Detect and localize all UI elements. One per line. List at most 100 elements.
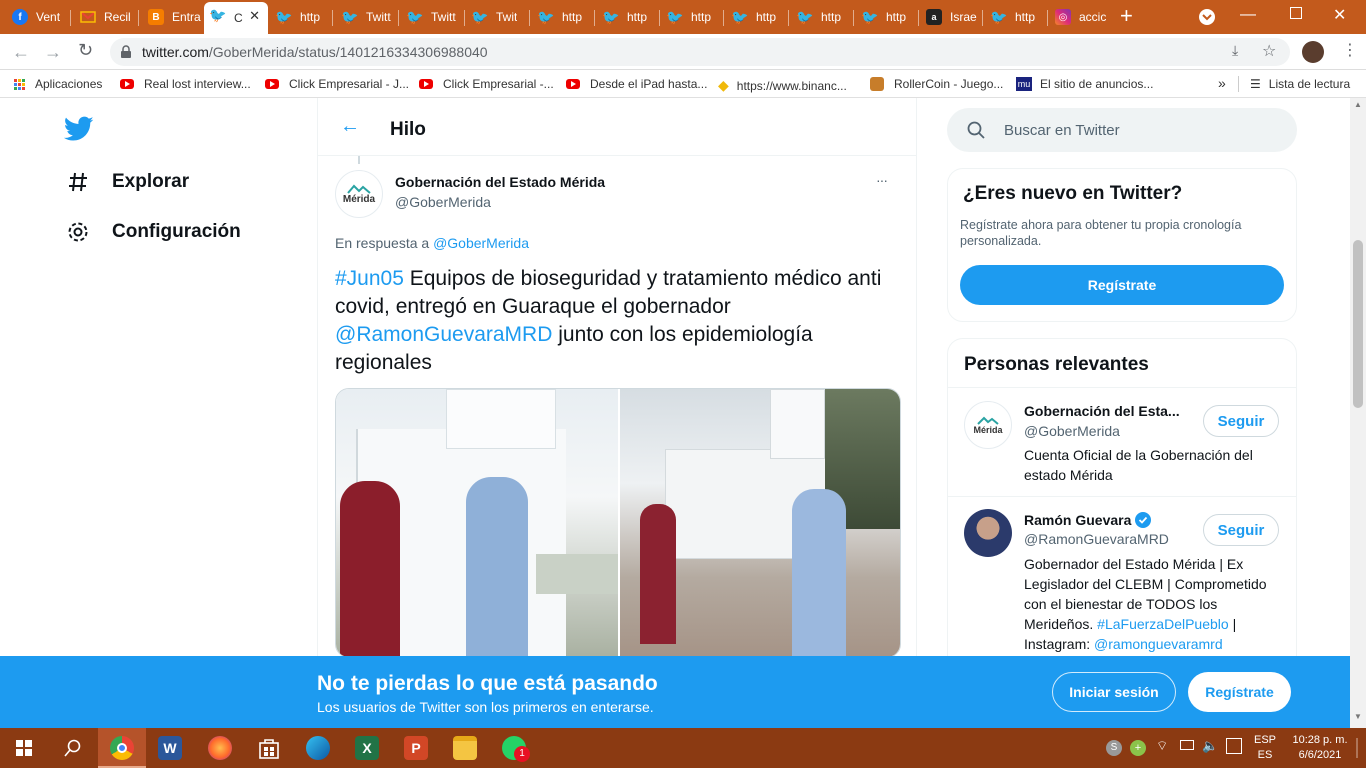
tweet-more-button[interactable]: ··· (876, 172, 888, 188)
bookmark-item[interactable]: ◆ https://www.binanc... (718, 77, 847, 94)
browser-tab[interactable]: 🐦 http (856, 4, 916, 30)
language-indicator[interactable]: ESP ES (1254, 733, 1276, 763)
browser-tab[interactable]: 🐦 http (270, 4, 330, 30)
tab-divider (1047, 10, 1048, 26)
bookmark-star-icon[interactable]: ☆ (1262, 41, 1276, 61)
volume-icon[interactable]: 🔈 (1202, 738, 1218, 754)
bookmark-item[interactable]: Desde el iPad hasta... (566, 77, 707, 91)
browser-tab[interactable]: ◎ accic (1049, 4, 1111, 30)
hashtag-link[interactable]: #Jun05 (335, 267, 404, 290)
browser-tab[interactable]: 🐦 Twitt (336, 4, 396, 30)
search-icon[interactable] (64, 739, 82, 757)
twitter-logo-icon[interactable] (64, 116, 94, 142)
login-button[interactable]: Iniciar sesión (1052, 672, 1176, 712)
browser-tab[interactable]: 🐦 http (661, 4, 721, 30)
browser-tab[interactable]: f Vent (6, 4, 68, 30)
balcony-rail (536, 554, 618, 594)
browser-tab[interactable]: 🐦 http (985, 4, 1045, 30)
tweet-photo-2[interactable] (620, 389, 900, 657)
twitter-icon: 🐦 (602, 8, 620, 25)
tab-search-button[interactable] (1199, 9, 1215, 25)
page-scrollbar[interactable]: ▲ ▼ (1350, 98, 1366, 728)
menu-kebab-icon[interactable]: ⋮ (1342, 40, 1358, 60)
file-explorer-icon[interactable] (453, 736, 477, 760)
author-avatar[interactable]: Mérida (335, 170, 383, 218)
bookmark-item[interactable]: RollerCoin - Juego... (870, 77, 1003, 91)
divider (948, 496, 1296, 497)
reply-to-link[interactable]: @GoberMerida (433, 235, 529, 251)
clock[interactable]: 10:28 p. m. 6/6/2021 (1290, 733, 1350, 763)
keyboard-icon[interactable] (1226, 738, 1242, 754)
sidebar-signup-button[interactable]: Regístrate (960, 265, 1284, 305)
instagram-link[interactable]: @ramonguevaramrd (1094, 636, 1223, 652)
browser-tab[interactable]: 🐦 http (597, 4, 657, 30)
close-tab-icon[interactable]: ✕ (249, 8, 260, 24)
nav-explore[interactable]: Explorar (66, 170, 189, 194)
show-desktop-button[interactable] (1356, 738, 1358, 758)
bookmark-apps[interactable]: Aplicaciones (14, 77, 102, 91)
person-avatar-ramonguevara[interactable] (964, 509, 1012, 557)
excel-icon[interactable]: X (355, 736, 379, 760)
person-handle[interactable]: @GoberMerida (1024, 423, 1120, 439)
browser-tab[interactable]: Recil (74, 4, 136, 30)
reading-list[interactable]: ☰ Lista de lectura (1250, 77, 1350, 91)
minimize-button[interactable]: — (1240, 6, 1256, 24)
profile-avatar[interactable] (1302, 41, 1324, 63)
bookmark-item[interactable]: Click Empresarial - J... (265, 77, 409, 91)
browser-tab[interactable]: 🐦 http (791, 4, 851, 30)
scrollbar-thumb[interactable] (1353, 240, 1363, 408)
author-name[interactable]: Gobernación del Estado Mérida (395, 174, 605, 190)
signup-card-description: Regístrate ahora para obtener tu propia … (960, 218, 1242, 248)
bookmark-item[interactable]: mu El sitio de anuncios... (1016, 77, 1153, 91)
author-handle[interactable]: @GoberMerida (395, 194, 491, 210)
search-input[interactable]: Buscar en Twitter (947, 108, 1297, 152)
windows-start-icon[interactable] (16, 740, 32, 756)
tray-app-icon[interactable]: + (1130, 740, 1146, 756)
browser-tab[interactable]: a Israe (920, 4, 980, 30)
back-icon[interactable]: ← (12, 42, 30, 63)
bookmark-item[interactable]: Click Empresarial -... (419, 77, 554, 91)
back-arrow-icon[interactable]: ← (340, 116, 360, 136)
nav-settings[interactable]: Configuración (66, 220, 241, 244)
browser-tab[interactable]: B Entra (142, 4, 202, 30)
follow-button[interactable]: Seguir (1203, 514, 1279, 546)
browser-tab[interactable]: 🐦 Twitt (401, 4, 463, 30)
whatsapp-icon[interactable]: 1 (502, 736, 530, 762)
powerpoint-icon[interactable]: P (404, 736, 428, 760)
battery-icon[interactable] (1180, 740, 1194, 750)
store-icon[interactable] (257, 736, 281, 760)
browser-tab[interactable]: 🐦 http (726, 4, 786, 30)
word-icon[interactable]: W (158, 736, 182, 760)
hashtag-icon (69, 172, 87, 192)
install-icon[interactable]: ⤓ (1232, 42, 1238, 59)
person-avatar-gobermerida[interactable]: Mérida (964, 401, 1012, 449)
browser-tab[interactable]: 🐦 http (532, 4, 592, 30)
restore-button[interactable] (1290, 7, 1302, 19)
person-handle[interactable]: @RamonGuevaraMRD (1024, 531, 1169, 547)
close-window-button[interactable]: ✕ (1333, 5, 1346, 25)
person-name[interactable]: Ramón Guevara (1024, 512, 1152, 528)
firefox-icon[interactable] (208, 736, 232, 760)
chrome-icon (110, 736, 134, 760)
edge-icon[interactable] (306, 736, 330, 760)
mu-icon: mu (1016, 77, 1032, 91)
url-bar[interactable]: twitter.com/GoberMerida/status/140121633… (110, 38, 1290, 66)
more-bookmarks-button[interactable]: » (1218, 75, 1226, 91)
reload-icon[interactable]: ↻ (78, 40, 93, 61)
person-name[interactable]: Gobernación del Esta... (1024, 403, 1180, 419)
hashtag-link[interactable]: #LaFuerzaDelPueblo (1097, 616, 1229, 632)
mention-link[interactable]: @RamonGuevaraMRD (335, 323, 552, 346)
bookmark-item[interactable]: Real lost interview... (120, 77, 251, 91)
wifi-icon[interactable]: ⌔ (1156, 738, 1168, 754)
skype-icon[interactable]: S (1106, 740, 1122, 756)
scroll-up-arrow-icon[interactable]: ▲ (1354, 100, 1362, 109)
scroll-down-arrow-icon[interactable]: ▼ (1354, 712, 1362, 721)
tweet-photo-1[interactable] (336, 389, 618, 657)
follow-button[interactable]: Seguir (1203, 405, 1279, 437)
browser-tab[interactable]: 🐦 Twit (466, 4, 528, 30)
new-tab-button[interactable]: + (1120, 4, 1133, 28)
banner-signup-button[interactable]: Regístrate (1188, 672, 1291, 712)
forward-icon[interactable]: → (44, 42, 62, 63)
browser-tab-active[interactable]: 🐦 C ✕ (204, 2, 268, 34)
taskbar-chrome[interactable] (98, 728, 146, 768)
